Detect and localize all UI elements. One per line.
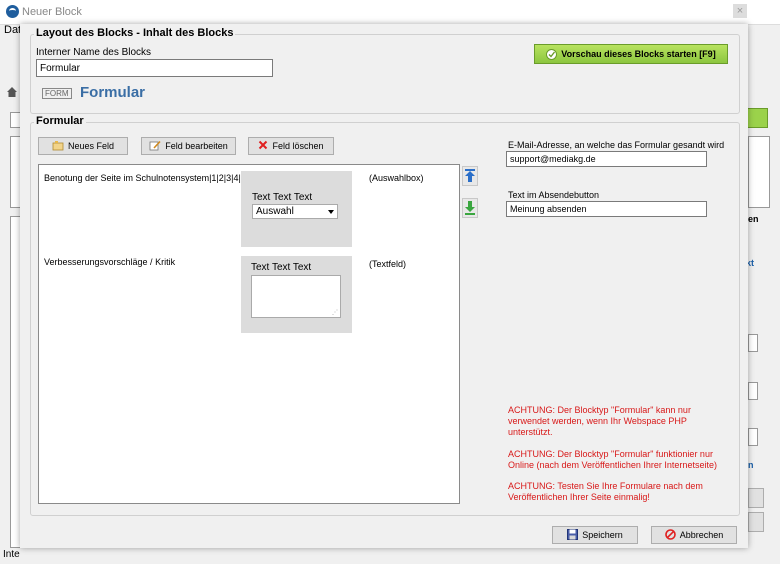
close-icon[interactable]: × xyxy=(733,4,747,18)
edit-field-label: Feld bearbeiten xyxy=(165,141,228,151)
background-menu-item[interactable]: Dat xyxy=(4,24,21,36)
new-field-icon xyxy=(52,140,64,153)
block-type-title: Formular xyxy=(80,84,146,101)
email-label: E-Mail-Adresse, an welche das Formular g… xyxy=(508,140,725,150)
layout-group-title: Layout des Blocks - Inhalt des Blocks xyxy=(34,27,236,39)
window-title: Neuer Block xyxy=(22,6,82,18)
background-input xyxy=(748,382,758,400)
delete-field-label: Feld löschen xyxy=(272,141,324,151)
field-list[interactable]: Benotung der Seite im Schulnotensystem|1… xyxy=(38,164,460,504)
background-input xyxy=(748,334,758,352)
arrow-down-icon xyxy=(465,201,475,215)
delete-icon xyxy=(258,140,268,152)
cancel-label: Abbrechen xyxy=(679,530,724,540)
background-button[interactable] xyxy=(748,488,764,508)
edit-icon xyxy=(149,140,161,153)
preview-block-label: Vorschau dieses Blocks starten [F9] xyxy=(561,49,716,59)
new-field-button[interactable]: Neues Feld xyxy=(38,137,128,155)
delete-field-button[interactable]: Feld löschen xyxy=(248,137,334,155)
warning-test: ACHTUNG: Testen Sie Ihre Formulare nach … xyxy=(508,481,703,502)
cancel-icon xyxy=(664,528,676,542)
field-preview-textarea: Text Text Text ⋰ xyxy=(241,256,352,333)
home-icon xyxy=(6,86,18,98)
background-right-panel xyxy=(748,136,770,208)
background-input xyxy=(748,428,758,446)
block-dialog: Layout des Blocks - Inhalt des Blocks In… xyxy=(20,24,748,548)
dropdown-arrow-icon xyxy=(328,210,334,214)
edit-field-button[interactable]: Feld bearbeiten xyxy=(141,137,236,155)
save-label: Speichern xyxy=(582,530,623,540)
submit-text-input[interactable] xyxy=(506,201,707,217)
block-name-label: Interner Name des Blocks xyxy=(36,47,152,58)
field-preview-select: Text Text Text Auswahl xyxy=(241,171,352,247)
form-group-title: Formular xyxy=(34,115,86,127)
save-button[interactable]: Speichern xyxy=(552,526,638,544)
background-right-text: en xyxy=(748,214,759,224)
cancel-button[interactable]: Abbrechen xyxy=(651,526,737,544)
preview-block-button[interactable]: Vorschau dieses Blocks starten [F9] xyxy=(534,44,728,64)
background-button[interactable] xyxy=(748,512,764,532)
save-icon xyxy=(567,528,579,542)
preview-textarea: ⋰ xyxy=(251,275,341,318)
warning-php: ACHTUNG: Der Blocktyp "Formular" kann nu… xyxy=(508,405,691,437)
block-name-input[interactable] xyxy=(36,59,273,77)
form-type-icon: FORM xyxy=(42,88,72,99)
preview-select-value: Auswahl xyxy=(256,206,294,217)
warning-online: ACHTUNG: Der Blocktyp "Formular" funktio… xyxy=(508,449,717,470)
arrow-up-icon xyxy=(465,169,475,182)
move-down-button[interactable] xyxy=(462,198,478,218)
field-row-label[interactable]: Verbesserungsvorschläge / Kritik xyxy=(44,257,175,267)
preview-text: Text Text Text xyxy=(251,262,312,273)
title-bar: Neuer Block × xyxy=(0,0,780,25)
field-type: (Auswahlbox) xyxy=(369,173,424,183)
app-icon xyxy=(6,5,19,18)
resize-grip-icon: ⋰ xyxy=(332,310,338,316)
field-type: (Textfeld) xyxy=(369,259,407,269)
email-input[interactable] xyxy=(506,151,707,167)
field-row-label[interactable]: Benotung der Seite im Schulnotensystem|1… xyxy=(44,173,253,183)
check-icon xyxy=(546,48,558,60)
preview-select: Auswahl xyxy=(252,204,338,219)
new-field-label: Neues Feld xyxy=(67,141,115,151)
move-up-button[interactable] xyxy=(462,166,478,186)
preview-text: Text Text Text xyxy=(252,192,313,203)
submit-text-label: Text im Absendebutton xyxy=(508,190,600,200)
background-right-link[interactable]: n xyxy=(748,460,754,470)
background-status-text: Inte xyxy=(3,549,20,560)
